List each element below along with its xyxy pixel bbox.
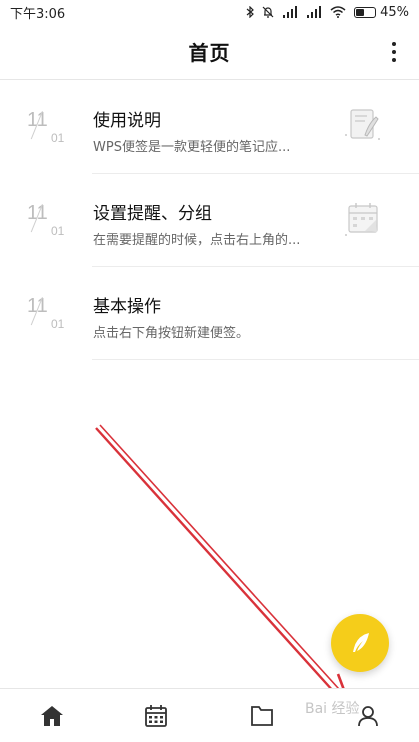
more-dot-icon bbox=[392, 42, 396, 46]
home-icon bbox=[41, 706, 63, 726]
note-date-day: 01 bbox=[51, 131, 65, 145]
status-icons: 45% bbox=[246, 5, 409, 20]
folder-icon bbox=[251, 706, 273, 726]
signal-icon-2 bbox=[307, 6, 322, 18]
note-item[interactable]: 11 01 使用说明 WPS便签是一款更轻便的笔记应... bbox=[0, 81, 419, 174]
note-item[interactable]: 11 01 基本操作 点击右下角按钮新建便签。 bbox=[0, 267, 419, 360]
page-title: 首页 bbox=[188, 41, 231, 65]
note-title: 使用说明 bbox=[93, 111, 161, 131]
note-snippet: 点击右下角按钮新建便签。 bbox=[93, 326, 250, 341]
tab-home[interactable] bbox=[22, 689, 82, 742]
signal-icon bbox=[283, 6, 298, 18]
watermark: Bai 经验 bbox=[305, 701, 360, 717]
tab-calendar[interactable] bbox=[126, 689, 186, 742]
note-date-day: 01 bbox=[51, 224, 65, 238]
wifi-icon bbox=[330, 6, 346, 18]
feather-icon bbox=[353, 633, 369, 652]
note-list: 11 01 使用说明 WPS便签是一款更轻便的笔记应... 11 01 设置提醒… bbox=[0, 81, 419, 360]
divider bbox=[92, 359, 419, 360]
battery-percent: 45% bbox=[380, 4, 409, 20]
note-date-day: 01 bbox=[51, 317, 65, 331]
bluetooth-icon bbox=[246, 6, 254, 18]
note-item[interactable]: 11 01 设置提醒、分组 在需要提醒的时候，点击右上角的... bbox=[0, 174, 419, 267]
more-dot-icon bbox=[392, 50, 396, 54]
battery: 45% bbox=[354, 5, 409, 20]
note-date: 11 01 bbox=[24, 105, 72, 149]
note-snippet: WPS便签是一款更轻便的笔记应... bbox=[93, 140, 291, 155]
more-dot-icon bbox=[392, 58, 396, 62]
status-bar: 下午3:06 45% bbox=[0, 0, 419, 24]
app-header: 首页 bbox=[0, 24, 419, 80]
mute-bell-icon bbox=[262, 6, 274, 18]
note-date: 11 01 bbox=[24, 291, 72, 335]
status-time: 下午3:06 bbox=[10, 6, 66, 22]
note-title: 设置提醒、分组 bbox=[93, 204, 212, 224]
note-date: 11 01 bbox=[24, 198, 72, 242]
note-pen-icon bbox=[345, 109, 380, 140]
new-note-fab[interactable] bbox=[331, 614, 389, 672]
battery-icon bbox=[354, 6, 377, 18]
tab-folder[interactable] bbox=[232, 689, 292, 742]
note-snippet: 在需要提醒的时候，点击右上角的... bbox=[93, 233, 301, 248]
calendar-icon bbox=[345, 203, 378, 236]
user-icon bbox=[358, 706, 378, 727]
note-title: 基本操作 bbox=[93, 297, 161, 317]
calendar-icon bbox=[145, 705, 167, 727]
more-options-button[interactable] bbox=[387, 40, 401, 64]
battery-fill bbox=[356, 8, 365, 16]
